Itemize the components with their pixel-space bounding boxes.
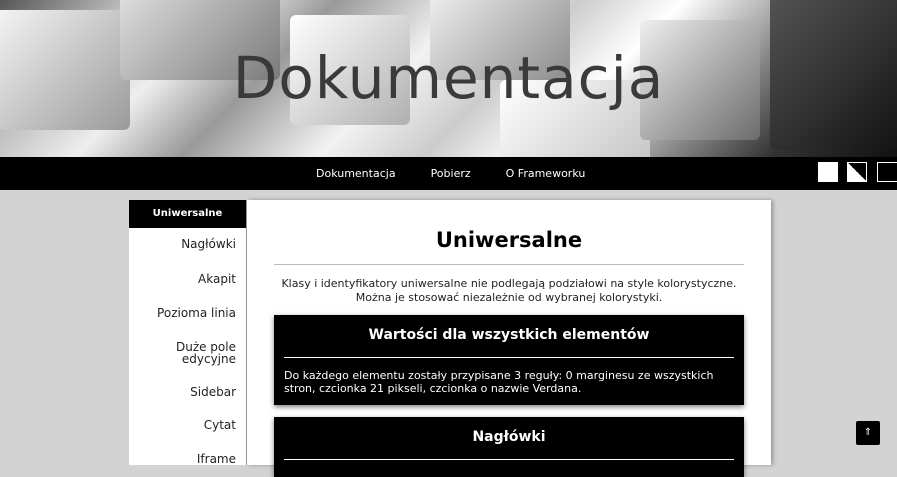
info-card: Nagłówki [274, 417, 744, 477]
scroll-to-top-button[interactable]: ⇑ [856, 421, 880, 445]
nav-links: Dokumentacja Pobierz O Frameworku [316, 157, 620, 190]
main-content: Uniwersalne Klasy i identyfikatory uniwe… [247, 200, 771, 477]
sidebar-item-duze-pole[interactable]: Duże pole edycyjne [156, 341, 236, 365]
card-text: Do każdego elementu zostały przypisane 3… [284, 369, 714, 395]
sidebar-item-cytat[interactable]: Cytat [204, 418, 236, 432]
page-description: Klasy i identyfikatory uniwersalne nie p… [281, 277, 737, 304]
sidebar: Uniwersalne Nagłówki Akapit Pozioma lini… [129, 200, 247, 466]
header-banner: Dokumentacja [0, 0, 897, 157]
nav-link-dokumentacja[interactable]: Dokumentacja [316, 167, 396, 180]
theme-black-swatch[interactable] [877, 162, 897, 182]
card-title: Nagłówki [472, 429, 546, 445]
sidebar-item-pozioma-linia[interactable]: Pozioma linia [157, 306, 236, 320]
theme-white-swatch[interactable] [818, 162, 838, 182]
page-title: Uniwersalne [435, 228, 583, 252]
sidebar-item-active[interactable]: Uniwersalne [129, 200, 246, 228]
site-title: Dokumentacja [232, 44, 665, 112]
title-divider [274, 264, 744, 265]
info-card: Wartości dla wszystkich elementów Do każ… [274, 315, 744, 405]
theme-black-white-swatch[interactable] [847, 162, 867, 182]
sidebar-item-naglowki[interactable]: Nagłówki [181, 237, 236, 251]
sidebar-item-iframe[interactable]: Iframe [197, 452, 236, 466]
nav-link-o-frameworku[interactable]: O Frameworku [506, 167, 586, 180]
sidebar-item-akapit[interactable]: Akapit [198, 272, 236, 286]
nav-link-pobierz[interactable]: Pobierz [431, 167, 471, 180]
sidebar-item-sidebar[interactable]: Sidebar [190, 385, 236, 399]
top-navbar: Dokumentacja Pobierz O Frameworku [0, 157, 897, 190]
card-divider [284, 459, 734, 460]
card-title: Wartości dla wszystkich elementów [368, 327, 650, 343]
